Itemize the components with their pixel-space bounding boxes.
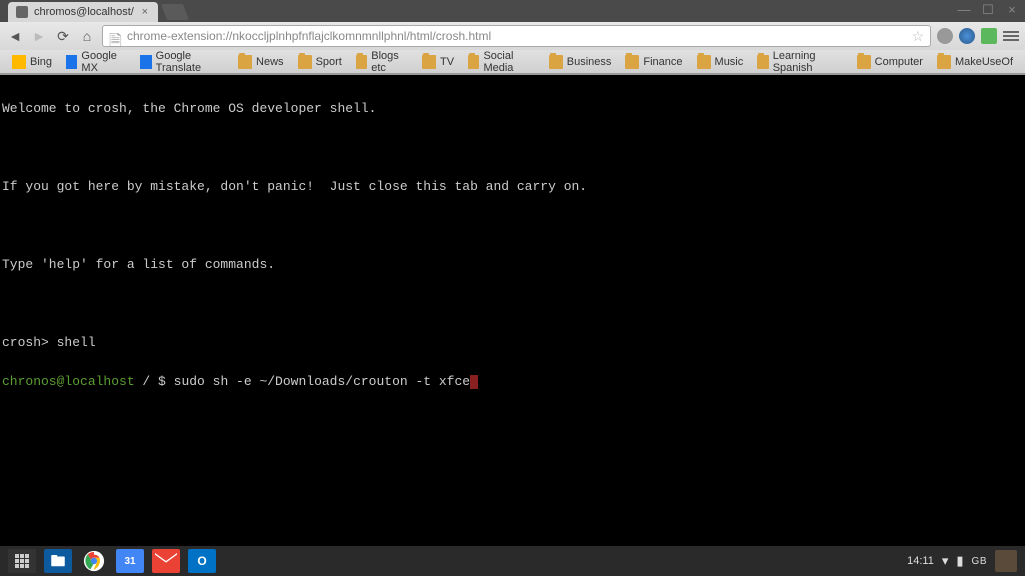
bookmark-label: Learning Spanish xyxy=(773,50,843,74)
terminal-prompt-line: crosh> shell xyxy=(2,333,1023,353)
taskbar: 31 O 14:11 ▾ ▮ GB xyxy=(0,546,1025,576)
shell-user-host: chronos@localhost xyxy=(2,374,135,389)
window-controls: — ☐ × xyxy=(957,2,1019,18)
bookmark-label: Blogs etc xyxy=(371,50,408,74)
keyboard-lang: GB xyxy=(972,556,987,567)
address-bar: ◄ ► ⟳ ⌂ 🗎 chrome-extension://nkoccljplnh… xyxy=(0,22,1025,50)
tray-clock: 14:11 xyxy=(907,555,934,567)
bookmark-folder-business[interactable]: Business xyxy=(543,53,618,71)
terminal-line: If you got here by mistake, don't panic!… xyxy=(2,177,1023,197)
terminal-blank xyxy=(2,138,1023,158)
terminal-blank xyxy=(2,294,1023,314)
maximize-button[interactable]: ☐ xyxy=(981,2,995,18)
browser-menu-icon[interactable] xyxy=(1003,31,1019,41)
terminal-line: Type 'help' for a list of commands. xyxy=(2,255,1023,275)
bookmark-folder-tv[interactable]: TV xyxy=(416,53,460,71)
folder-icon xyxy=(238,55,252,69)
bookmark-folder-makeuseof[interactable]: MakeUseOf xyxy=(931,53,1019,71)
bookmark-label: TV xyxy=(440,56,454,68)
shell-command: sudo sh -e ~/Downloads/crouton -t xfce xyxy=(174,374,470,389)
bookmark-folder-computer[interactable]: Computer xyxy=(851,53,929,71)
bookmark-label: Music xyxy=(715,56,744,68)
folder-icon xyxy=(422,55,436,69)
bookmark-folder-sport[interactable]: Sport xyxy=(292,53,348,71)
wifi-icon: ▾ xyxy=(942,553,949,569)
chrome-app-icon[interactable] xyxy=(80,549,108,573)
outlook-label: O xyxy=(197,554,206,568)
extension-icon-3[interactable] xyxy=(981,28,997,44)
terminal-prompt-line: chronos@localhost / $ sudo sh -e ~/Downl… xyxy=(2,372,1023,392)
bookmark-google-mx[interactable]: Google MX xyxy=(60,48,132,76)
folder-icon xyxy=(356,55,367,69)
shell-path-prompt: / $ xyxy=(135,374,174,389)
apps-launcher-icon[interactable] xyxy=(8,549,36,573)
extension-icon-2[interactable] xyxy=(959,28,975,44)
new-tab-button[interactable] xyxy=(161,4,189,20)
google-mx-icon xyxy=(66,55,77,69)
user-avatar[interactable] xyxy=(995,550,1017,572)
bookmark-folder-learning-spanish[interactable]: Learning Spanish xyxy=(751,48,848,76)
folder-icon xyxy=(298,55,312,69)
calendar-day: 31 xyxy=(124,556,135,567)
bookmark-label: Sport xyxy=(316,56,342,68)
bookmark-label: News xyxy=(256,56,284,68)
folder-icon xyxy=(468,55,479,69)
bookmark-label: Social Media xyxy=(483,50,534,74)
folder-icon xyxy=(549,55,563,69)
folder-icon xyxy=(757,55,768,69)
folder-icon xyxy=(625,55,639,69)
reload-button[interactable]: ⟳ xyxy=(54,27,72,45)
minimize-button[interactable]: — xyxy=(957,2,971,18)
bookmark-folder-social[interactable]: Social Media xyxy=(462,48,541,76)
folder-icon xyxy=(697,55,711,69)
outlook-app-icon[interactable]: O xyxy=(188,549,216,573)
extension-icon-1[interactable] xyxy=(937,28,953,44)
bookmark-label: Finance xyxy=(643,56,682,68)
terminal-cursor xyxy=(470,375,478,389)
folder-icon xyxy=(857,55,871,69)
page-icon: 🗎 xyxy=(109,30,121,42)
home-button[interactable]: ⌂ xyxy=(78,27,96,45)
bookmark-folder-news[interactable]: News xyxy=(232,53,290,71)
bookmark-star-icon[interactable]: ☆ xyxy=(911,28,924,45)
files-app-icon[interactable] xyxy=(44,549,72,573)
forward-button[interactable]: ► xyxy=(30,27,48,45)
battery-icon: ▮ xyxy=(956,553,963,569)
bookmarks-bar: Bing Google MX Google Translate News Spo… xyxy=(0,50,1025,74)
bookmark-label: Business xyxy=(567,56,612,68)
terminal-line: Welcome to crosh, the Chrome OS develope… xyxy=(2,99,1023,119)
bookmark-label: Bing xyxy=(30,56,52,68)
gmail-app-icon[interactable] xyxy=(152,549,180,573)
google-translate-icon xyxy=(140,55,151,69)
bookmark-label: Google Translate xyxy=(156,50,224,74)
bookmark-label: Computer xyxy=(875,56,923,68)
tab-favicon xyxy=(16,6,28,18)
close-tab-icon[interactable]: × xyxy=(140,7,150,17)
terminal-blank xyxy=(2,216,1023,236)
calendar-app-icon[interactable]: 31 xyxy=(116,549,144,573)
folder-icon xyxy=(937,55,951,69)
tab-bar: chromos@localhost/ × — ☐ × xyxy=(0,0,1025,22)
bookmark-folder-music[interactable]: Music xyxy=(691,53,750,71)
crosh-command: shell xyxy=(49,335,96,350)
tab-title: chromos@localhost/ xyxy=(34,6,134,18)
url-input[interactable]: 🗎 chrome-extension://nkoccljplnhpfnflajc… xyxy=(102,25,931,47)
bookmark-folder-finance[interactable]: Finance xyxy=(619,53,688,71)
url-text: chrome-extension://nkoccljplnhpfnflajclk… xyxy=(127,29,491,43)
bookmark-label: Google MX xyxy=(81,50,126,74)
bookmark-folder-blogs[interactable]: Blogs etc xyxy=(350,48,414,76)
bing-icon xyxy=(12,55,26,69)
close-window-button[interactable]: × xyxy=(1005,2,1019,18)
bookmark-bing[interactable]: Bing xyxy=(6,53,58,71)
back-button[interactable]: ◄ xyxy=(6,27,24,45)
bookmark-label: MakeUseOf xyxy=(955,56,1013,68)
bookmark-google-translate[interactable]: Google Translate xyxy=(134,48,230,76)
terminal-output[interactable]: Welcome to crosh, the Chrome OS develope… xyxy=(0,75,1025,547)
browser-tab-active[interactable]: chromos@localhost/ × xyxy=(8,2,158,22)
crosh-prompt: crosh> xyxy=(2,335,49,350)
system-tray[interactable]: 14:11 ▾ ▮ GB xyxy=(907,550,1021,572)
